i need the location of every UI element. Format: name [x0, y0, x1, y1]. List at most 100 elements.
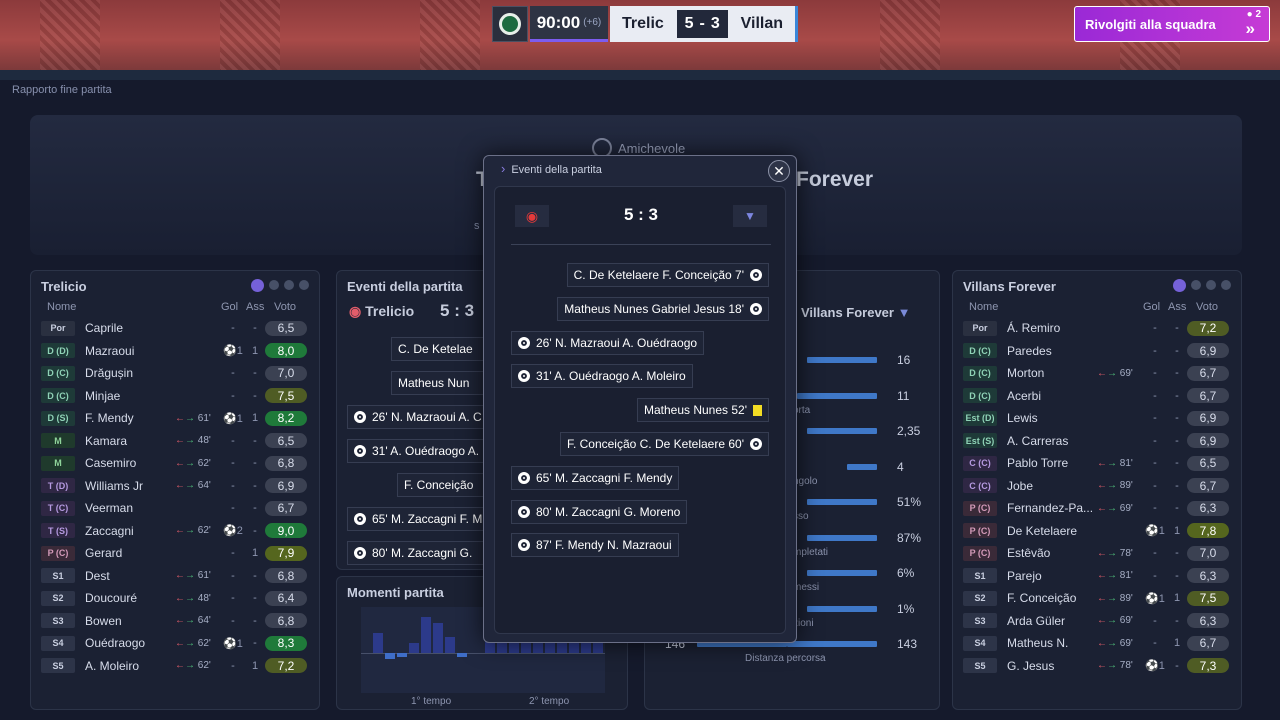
substitution-marker: ←→ 81'	[1097, 457, 1133, 469]
stat-bar	[807, 534, 877, 541]
rating-pill: 6,8	[265, 455, 307, 471]
player-row[interactable]: S1 Parejo ←→ 81' - -6,3	[963, 566, 1251, 586]
player-row[interactable]: M Kamara ←→ 48' - -6,5	[41, 431, 329, 451]
stat-value-away: 143	[897, 637, 918, 651]
player-name: A. Moleiro	[85, 658, 140, 673]
close-button[interactable]: ✕	[768, 160, 790, 182]
player-row[interactable]: P (C) Fernandez-Pa... ←→ 69' - -6,3	[963, 498, 1251, 518]
player-row[interactable]: S5 G. Jesus ←→ 78' ⚽1-7,3	[963, 656, 1251, 676]
stat-bar	[807, 605, 877, 612]
assists-value: -	[1175, 412, 1179, 424]
match-event[interactable]: 87' F. Mendy N. Mazraoui	[511, 533, 679, 558]
modal-content: ◉ 5 : 3 ▼ C. De Ketelaere F. Conceição 7…	[494, 186, 786, 634]
team-talk-button[interactable]: Rivolgiti alla squadra ● 2 »	[1074, 6, 1270, 42]
match-time: 90:00	[536, 12, 581, 32]
player-row[interactable]: S4 Matheus N. ←→ 69' - 1 6,7	[963, 633, 1251, 653]
match-event[interactable]: 31' A. Ouédraogo A. Moleiro	[511, 364, 693, 389]
player-row[interactable]: P (C) Gerard - 1 7,9	[41, 543, 329, 563]
player-row[interactable]: P (C) De Ketelaere ⚽1 1 7,8	[963, 521, 1251, 541]
goals-value: -	[1153, 412, 1157, 424]
rating-pill: 6,7	[1187, 635, 1229, 651]
player-row[interactable]: S2 F. Conceição ←→ 89' ⚽1 1 7,5	[963, 588, 1251, 608]
player-name: Drăgușin	[85, 366, 134, 380]
goals-value: ⚽1	[1145, 525, 1165, 537]
player-row[interactable]: D (C) Morton ←→ 69' - -6,7	[963, 363, 1251, 383]
match-event[interactable]: F. Conceição C. De Ketelaere 60'	[559, 432, 769, 456]
position-badge: S4	[963, 635, 997, 651]
player-row[interactable]: D (C) Acerbi - -6,7	[963, 386, 1251, 406]
goals-value: -	[231, 479, 235, 492]
substitution-marker: ←→ 62'	[175, 660, 211, 671]
rating-pill: 6,7	[1187, 388, 1229, 403]
added-time: (+6)	[583, 17, 602, 28]
match-event[interactable]: 65' M. Zaccagni F. Mendy	[511, 465, 680, 490]
player-row[interactable]: S3 Arda Güler ←→ 69' - -6,3	[963, 611, 1251, 631]
away-team-short: Villan	[740, 15, 783, 32]
event-row[interactable]: Matheus Nun	[391, 371, 491, 395]
goals-value: -	[1153, 569, 1157, 582]
player-row[interactable]: M Casemiro ←→ 62' - -6,8	[41, 453, 329, 473]
substitution-marker: ←→ 62'	[175, 525, 211, 536]
player-row[interactable]: T (D) Williams Jr ←→ 64' - -6,9	[41, 476, 329, 496]
rating-pill: 6,3	[1187, 568, 1229, 583]
player-row[interactable]: S5 A. Moleiro ←→ 62' - 1 7,2	[41, 656, 329, 676]
rating-pill: 6,9	[1187, 410, 1229, 426]
player-name: Acerbi	[1007, 388, 1042, 403]
player-row[interactable]: T (C) Veerman - -6,7	[41, 498, 329, 518]
player-row[interactable]: Est (S) A. Carreras - -6,9	[963, 431, 1251, 451]
stat-bar	[797, 392, 877, 399]
player-row[interactable]: D (S) F. Mendy ←→ 61' ⚽1 1 8,2	[41, 408, 329, 428]
position-badge: M	[41, 455, 75, 471]
player-row[interactable]: D (C) Paredes - -6,9	[963, 341, 1251, 361]
position-badge: S5	[963, 658, 997, 673]
position-badge: P (C)	[963, 500, 997, 516]
event-row[interactable]: C. De Ketelae	[391, 337, 491, 361]
player-row[interactable]: S3 Bowen ←→ 64' - -6,8	[41, 611, 329, 631]
player-row[interactable]: S2 Doucouré ←→ 48' - -6,4	[41, 588, 329, 608]
position-badge: D (C)	[963, 365, 997, 381]
goals-value: -	[1153, 614, 1157, 627]
player-row[interactable]: S4 Ouédraogo ←→ 62' ⚽1-8,3	[41, 633, 329, 653]
event-row[interactable]: 26' N. Mazraoui A. C	[347, 405, 497, 429]
player-row[interactable]: T (S) Zaccagni ←→ 62' ⚽2-9,0	[41, 521, 329, 541]
player-row[interactable]: S1 Dest ←→ 61' - -6,8	[41, 566, 329, 586]
team-talk-label: Rivolgiti alla squadra	[1085, 16, 1216, 32]
stat-bar	[807, 570, 877, 576]
player-name: Gerard	[85, 546, 123, 560]
player-row[interactable]: Por Á. Remiro - -7,2	[963, 318, 1251, 338]
player-row[interactable]: Est (D) Lewis - -6,9	[963, 408, 1251, 428]
stat-value-away: 16	[897, 353, 911, 367]
match-event[interactable]: Matheus Nunes Gabriel Jesus 18'	[557, 296, 769, 321]
substitution-marker: ←→ 81'	[1097, 570, 1133, 581]
goals-value: -	[1153, 547, 1157, 559]
match-event[interactable]: Matheus Nunes 52'	[636, 398, 769, 423]
match-event[interactable]: 26' N. Mazraoui A. Ouédraogo	[511, 330, 705, 355]
player-row[interactable]: D (C) Minjae - -7,5	[41, 386, 329, 406]
goals-value: -	[231, 569, 235, 582]
assists-value: 1	[251, 412, 259, 424]
page-dots[interactable]	[1173, 279, 1231, 292]
stat-bar	[847, 463, 877, 470]
home-score: 5	[684, 15, 694, 32]
player-row[interactable]: D (D) Mazraoui ⚽1 1 8,0	[41, 341, 329, 361]
goals-value: -	[1153, 434, 1157, 447]
player-row[interactable]: Por Caprile - -6,5	[41, 318, 329, 338]
event-row[interactable]: F. Conceição	[397, 473, 497, 497]
position-badge: D (C)	[963, 388, 997, 403]
modal-title: Eventi della partita	[501, 161, 602, 176]
event-row[interactable]: 65' M. Zaccagni F. M	[347, 507, 497, 531]
stat-value-away: 51%	[897, 495, 922, 509]
match-event[interactable]: 80' M. Zaccagni G. Moreno	[511, 499, 688, 524]
rating-pill: 6,3	[1187, 500, 1229, 516]
page-dots[interactable]	[251, 279, 309, 292]
event-row[interactable]: 31' A. Ouédraogo A.	[347, 439, 497, 463]
event-row[interactable]: 80' M. Zaccagni G.	[347, 541, 497, 565]
position-badge: C (C)	[963, 478, 997, 493]
player-row[interactable]: C (C) Jobe ←→ 89' - -6,7	[963, 476, 1251, 496]
player-row[interactable]: P (C) Estêvão ←→ 78' - -7,0	[963, 543, 1251, 563]
stat-value-away: 4	[897, 459, 904, 474]
match-event[interactable]: C. De Ketelaere F. Conceição 7'	[566, 263, 769, 287]
rating-pill: 6,7	[1187, 365, 1229, 381]
player-row[interactable]: C (C) Pablo Torre ←→ 81' - -6,5	[963, 453, 1251, 473]
player-row[interactable]: D (C) Drăgușin - -7,0	[41, 363, 329, 383]
